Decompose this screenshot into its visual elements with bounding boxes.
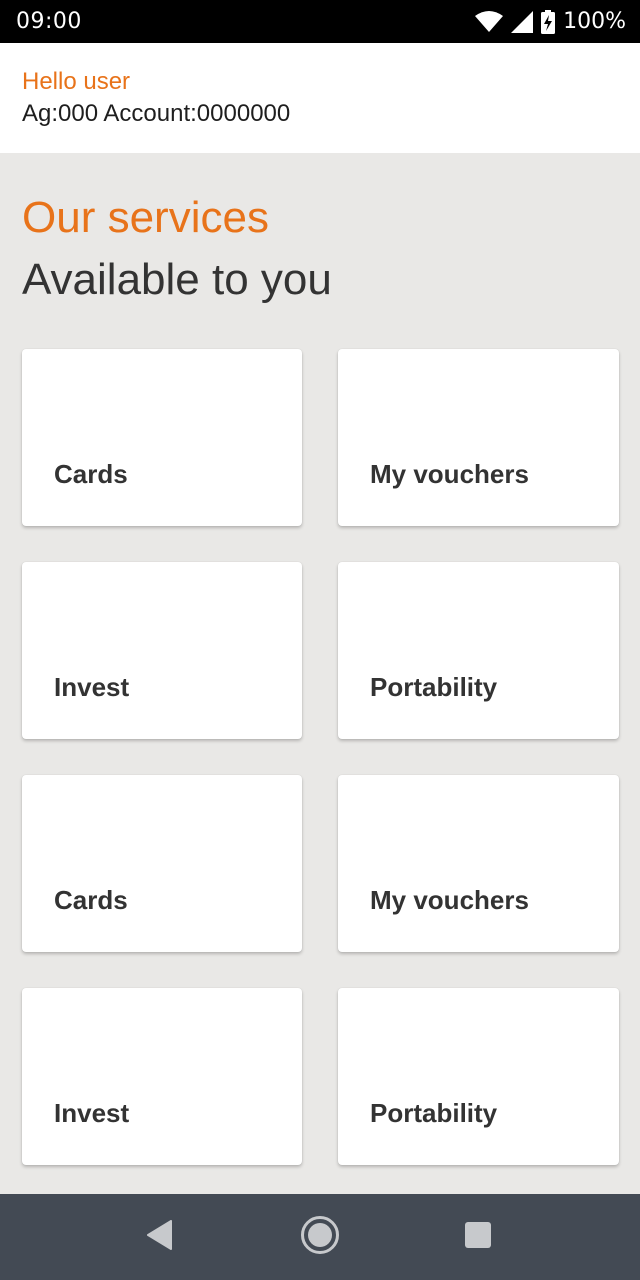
recents-button[interactable] xyxy=(448,1207,508,1267)
navigation-bar xyxy=(0,1194,640,1280)
service-card-my-vouchers[interactable]: My vouchers xyxy=(338,775,619,952)
service-card-label: My vouchers xyxy=(370,459,529,489)
section-title: Our services xyxy=(22,193,269,242)
account-header: Hello user Ag:000 Account:0000000 xyxy=(0,43,640,153)
service-card-cards[interactable]: Cards xyxy=(22,349,302,526)
service-card-invest[interactable]: Invest xyxy=(22,562,302,739)
service-card-label: Cards xyxy=(54,885,128,915)
status-bar: 09:00 100% xyxy=(0,0,640,43)
service-card-label: Invest xyxy=(54,1098,130,1128)
services-grid: Cards My vouchers Invest Portability Car… xyxy=(22,349,619,1165)
battery-charging-icon xyxy=(541,9,556,34)
service-card-label: Portability xyxy=(370,672,498,702)
back-button[interactable] xyxy=(130,1207,190,1267)
home-button[interactable] xyxy=(290,1207,350,1267)
back-icon xyxy=(147,1219,173,1255)
status-icons: 100% xyxy=(475,9,626,34)
service-card-cards[interactable]: Cards xyxy=(22,775,302,952)
account-info: Ag:000 Account:0000000 xyxy=(22,100,291,127)
service-card-label: My vouchers xyxy=(370,885,529,915)
service-card-my-vouchers[interactable]: My vouchers xyxy=(338,349,619,526)
home-icon xyxy=(300,1215,340,1260)
greeting-text: Hello user xyxy=(22,68,131,95)
service-card-invest[interactable]: Invest xyxy=(22,988,302,1165)
status-time: 09:00 xyxy=(16,9,82,34)
service-card-label: Portability xyxy=(370,1098,498,1128)
signal-icon xyxy=(511,10,534,33)
service-card-label: Invest xyxy=(54,672,130,702)
recents-icon xyxy=(464,1221,492,1254)
section-subtitle: Available to you xyxy=(22,255,332,304)
service-card-portability[interactable]: Portability xyxy=(338,988,619,1165)
wifi-icon xyxy=(475,10,504,33)
battery-percent: 100% xyxy=(563,9,626,34)
service-card-label: Cards xyxy=(54,459,128,489)
service-card-portability[interactable]: Portability xyxy=(338,562,619,739)
